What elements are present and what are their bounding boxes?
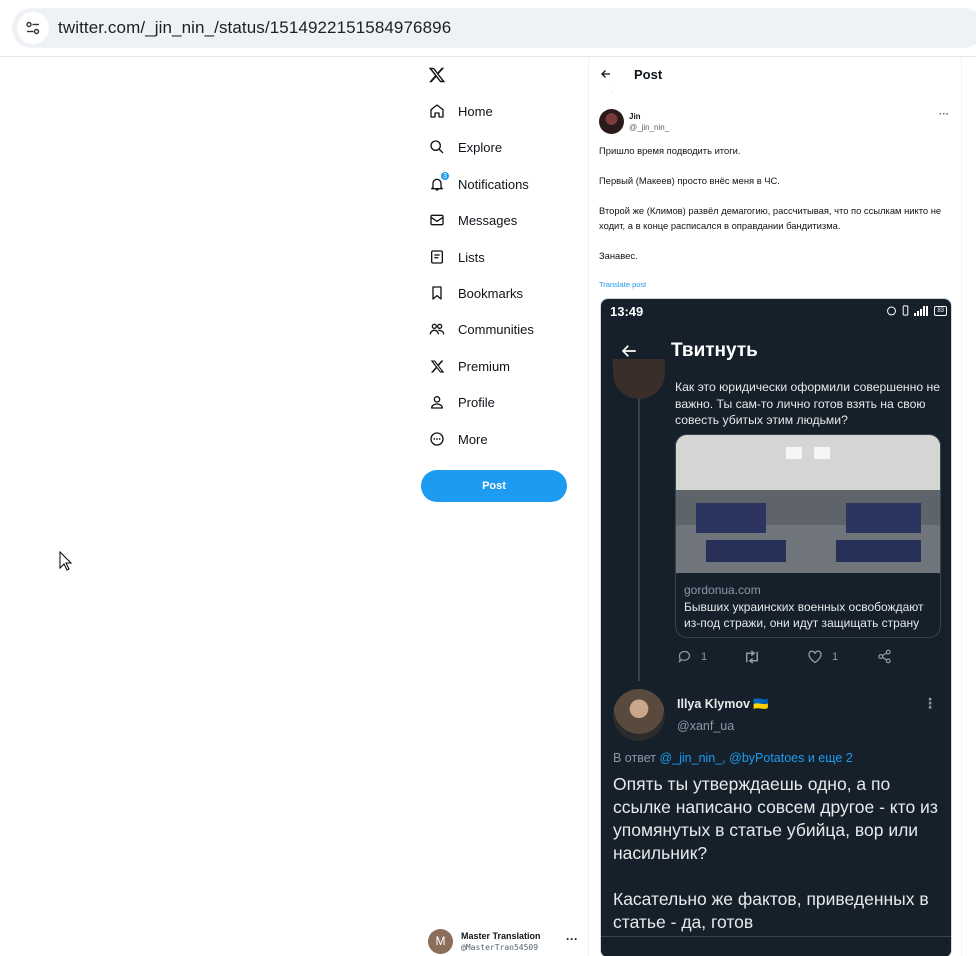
- nav-label: Messages: [458, 212, 518, 228]
- more-vertical-icon: ⋮: [923, 695, 937, 711]
- back-arrow-icon: [621, 345, 636, 357]
- phone-bottom-bar: [601, 936, 951, 956]
- account-name: Master Translation: [461, 930, 541, 941]
- nav-messages[interactable]: Messages: [429, 208, 517, 232]
- card-image: [676, 435, 940, 573]
- author-name[interactable]: Jin: [629, 112, 669, 121]
- more-dots-icon[interactable]: ···: [566, 932, 578, 946]
- tweet-author[interactable]: Jin @_jin_nin_: [599, 109, 669, 134]
- main-column: Post Jin @_jin_nin_ ··· Пришло время под…: [588, 57, 962, 956]
- reply-author-handle: @xanf_ua: [677, 719, 735, 733]
- page-title: Post: [634, 66, 663, 82]
- like-action: 1: [807, 649, 877, 664]
- barracks-photo: [676, 435, 940, 573]
- phone-status-bar: 13:49 83: [601, 299, 951, 325]
- nav-label: Lists: [458, 249, 485, 265]
- reply-to-mentions: @_jin_nin_, @byPotatoes и еще 2: [659, 751, 853, 765]
- reply-action: 1: [677, 649, 743, 664]
- nav-communities[interactable]: Communities: [429, 317, 534, 341]
- vibrate-icon: [903, 305, 909, 316]
- site-settings-icon[interactable]: [17, 12, 49, 44]
- nav-notifications[interactable]: 3 Notifications: [429, 171, 529, 196]
- quoted-tweet-actions: 1 1: [677, 649, 917, 664]
- share-action: [877, 649, 892, 664]
- nav-home[interactable]: Home: [429, 99, 493, 123]
- retweet-action: [743, 649, 807, 664]
- mouse-cursor-icon: [59, 551, 73, 571]
- reply-count: 1: [701, 650, 708, 663]
- nav-more[interactable]: More: [429, 427, 488, 451]
- more-dots-icon[interactable]: ···: [939, 109, 949, 120]
- nav-label: Communities: [458, 321, 534, 337]
- reply-text: Опять ты утверждаешь одно, а по ссылке н…: [613, 773, 943, 956]
- account-switcher[interactable]: M Master Translation @MasterTran54509 ··…: [428, 926, 578, 956]
- avatar[interactable]: [599, 109, 624, 134]
- status-icons: 83: [886, 305, 947, 316]
- browser-toolbar: twitter.com/_jin_nin_/status/15149221515…: [0, 0, 976, 57]
- phone-header-title: Твитнуть: [671, 340, 758, 361]
- reply-to-prefix: В ответ: [613, 751, 656, 765]
- nav-label: Profile: [458, 394, 495, 410]
- post-button[interactable]: Post: [421, 470, 567, 502]
- avatar: [613, 359, 665, 399]
- bookmark-icon: [429, 285, 445, 301]
- card-domain: gordonua.com: [684, 583, 761, 597]
- attached-screenshot-image[interactable]: 13:49 83 Твитнуть Как это юридически офо…: [600, 298, 952, 956]
- translate-link[interactable]: Translate post: [599, 280, 646, 289]
- status-time: 13:49: [610, 304, 644, 319]
- person-icon: [429, 394, 445, 410]
- like-count: 1: [832, 650, 839, 663]
- reply-icon: [678, 650, 691, 664]
- reply-paragraph: Касательно же фактов, приведенных в стат…: [613, 889, 929, 932]
- tweet-paragraph: Занавес.: [599, 250, 638, 261]
- nav-premium[interactable]: Premium: [429, 354, 510, 378]
- url-text[interactable]: twitter.com/_jin_nin_/status/15149221515…: [58, 18, 451, 38]
- reply-paragraph: Опять ты утверждаешь одно, а по ссылке н…: [613, 774, 938, 863]
- post-header: Post: [589, 57, 961, 91]
- search-icon: [429, 139, 445, 155]
- tweet-paragraph: Пришло время подводить итоги.: [599, 145, 741, 156]
- back-arrow-icon[interactable]: [599, 67, 613, 81]
- envelope-icon: [429, 212, 445, 228]
- share-icon: [878, 649, 891, 664]
- battery-level: 83: [934, 305, 947, 316]
- nav-label: Premium: [458, 358, 511, 374]
- home-icon: [429, 103, 445, 119]
- tweet-paragraph: Второй же (Климов) развёл демагогию, рас…: [599, 205, 942, 231]
- nav-label: Home: [458, 103, 493, 119]
- more-circle-icon: [429, 431, 445, 447]
- signal-icon: [914, 305, 929, 316]
- nav-label: Explore: [458, 139, 503, 155]
- avatar: M: [428, 928, 453, 954]
- reply-to-line: В ответ @_jin_nin_, @byPotatoes и еще 2: [613, 751, 853, 765]
- nav-label: Bookmarks: [458, 285, 524, 301]
- quoted-tweet-text: Как это юридически оформили совершенно н…: [675, 380, 940, 427]
- x-logo-icon: [429, 358, 445, 374]
- left-sidebar: Home Explore 3 Notifications Messages Li…: [421, 57, 587, 956]
- nav-label: More: [458, 431, 488, 447]
- nav-lists[interactable]: Lists: [429, 245, 485, 269]
- tweet-text: Пришло время подводить итоги. Первый (Ма…: [599, 143, 954, 278]
- nav-label: Notifications: [458, 176, 529, 192]
- notification-badge: 3: [440, 171, 450, 181]
- thread-line: [638, 399, 640, 681]
- x-logo-icon[interactable]: [428, 66, 446, 84]
- nav-profile[interactable]: Profile: [429, 390, 495, 414]
- nav-bookmarks[interactable]: Bookmarks: [429, 281, 523, 305]
- list-icon: [429, 249, 445, 265]
- link-card: gordonua.com Бывших украинских военных о…: [675, 434, 941, 638]
- account-handle: @MasterTran54509: [461, 942, 539, 952]
- alarm-icon: [887, 306, 897, 316]
- reply-author-name: Illya Klymov 🇺🇦: [677, 697, 769, 711]
- avatar: [613, 689, 665, 741]
- author-handle[interactable]: @_jin_nin_: [629, 123, 669, 132]
- retweet-icon: [746, 649, 758, 664]
- bell-icon: 3: [429, 171, 450, 192]
- heart-icon: [808, 650, 822, 664]
- address-bar[interactable]: twitter.com/_jin_nin_/status/15149221515…: [12, 8, 976, 48]
- card-title: Бывших украинских военных освобождают из…: [684, 600, 924, 630]
- people-icon: [429, 321, 445, 337]
- tweet-paragraph: Первый (Макеев) просто внёс меня в ЧС.: [599, 175, 780, 186]
- nav-explore[interactable]: Explore: [429, 135, 502, 159]
